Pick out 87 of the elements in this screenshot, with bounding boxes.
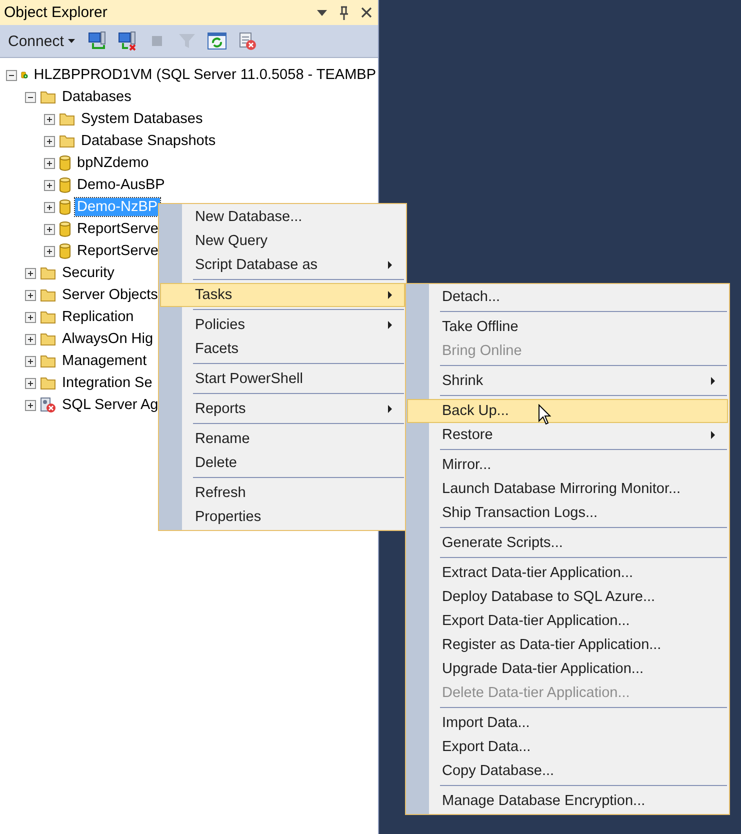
submenu-arrow-icon	[388, 405, 392, 413]
connect-button[interactable]: Connect	[8, 32, 79, 50]
database-icon	[59, 221, 71, 237]
caret-icon	[68, 39, 75, 43]
menu-item[interactable]: Rename	[160, 427, 405, 451]
collapse-icon[interactable]	[25, 92, 36, 102]
caret-icon	[317, 10, 327, 16]
menu-item[interactable]: Copy Database...	[407, 759, 728, 783]
expand-icon[interactable]	[25, 290, 36, 300]
folder-icon	[40, 288, 56, 302]
expand-icon[interactable]	[44, 202, 55, 212]
menu-item[interactable]: Import Data...	[407, 711, 728, 735]
folder-icon	[40, 354, 56, 368]
folder-icon	[40, 90, 56, 104]
database-icon	[59, 155, 71, 171]
folder-icon	[40, 266, 56, 280]
menu-item[interactable]: Upgrade Data-tier Application...	[407, 657, 728, 681]
submenu-arrow-icon	[711, 377, 715, 385]
agent-icon	[40, 397, 56, 413]
menu-item[interactable]: Register as Data-tier Application...	[407, 633, 728, 657]
expand-icon[interactable]	[44, 114, 55, 124]
menu-item[interactable]: Detach...	[407, 285, 728, 309]
expand-icon[interactable]	[25, 356, 36, 366]
menu-item[interactable]: Tasks	[160, 283, 405, 307]
expand-icon[interactable]	[25, 268, 36, 278]
menu-item[interactable]: Script Database as	[160, 253, 405, 277]
menu-item[interactable]: Extract Data-tier Application...	[407, 561, 728, 585]
menu-item[interactable]: New Query	[160, 229, 405, 253]
tree-item[interactable]: ReportServe	[75, 242, 160, 260]
submenu-arrow-icon	[388, 321, 392, 329]
expand-icon[interactable]	[25, 378, 36, 388]
expand-icon[interactable]	[25, 400, 36, 410]
folder-icon	[40, 376, 56, 390]
expand-icon[interactable]	[44, 136, 55, 146]
menu-item[interactable]: Restore	[407, 423, 728, 447]
menu-item[interactable]: Deploy Database to SQL Azure...	[407, 585, 728, 609]
menu-item[interactable]: Back Up...	[407, 399, 728, 423]
database-icon	[59, 243, 71, 259]
database-icon	[59, 177, 71, 193]
menu-item[interactable]: Launch Database Mirroring Monitor...	[407, 477, 728, 501]
tree-item[interactable]: Databases	[60, 88, 134, 106]
folder-icon	[59, 134, 75, 148]
submenu-arrow-icon	[388, 261, 392, 269]
menu-item[interactable]: Export Data-tier Application...	[407, 609, 728, 633]
collapse-icon[interactable]	[6, 70, 17, 80]
tree-item[interactable]: Demo-AusBP	[75, 176, 167, 194]
tree-item[interactable]: Integration Se	[60, 374, 154, 392]
menu-item[interactable]: Policies	[160, 313, 405, 337]
expand-icon[interactable]	[44, 180, 55, 190]
tree-item[interactable]: HLZBPPROD1VM (SQL Server 11.0.5058 - TEAMBP	[32, 66, 378, 84]
menu-item[interactable]: Take Offline	[407, 315, 728, 339]
menu-item[interactable]: Properties	[160, 505, 405, 529]
tree-item[interactable]: Management	[60, 352, 149, 370]
folder-icon	[40, 310, 56, 324]
menu-item[interactable]: Start PowerShell	[160, 367, 405, 391]
database-icon	[59, 199, 71, 215]
menu-item[interactable]: Export Data...	[407, 735, 728, 759]
expand-icon[interactable]	[44, 246, 55, 256]
expand-icon[interactable]	[25, 312, 36, 322]
tree-item[interactable]: SQL Server Ag	[60, 396, 160, 414]
menu-item[interactable]: Ship Transaction Logs...	[407, 501, 728, 525]
menu-item[interactable]: Refresh	[160, 481, 405, 505]
panel-title: Object Explorer	[4, 4, 108, 21]
expand-icon[interactable]	[44, 158, 55, 168]
submenu-arrow-icon	[711, 431, 715, 439]
menu-item[interactable]: Mirror...	[407, 453, 728, 477]
menu-item[interactable]: Generate Scripts...	[407, 531, 728, 555]
expand-icon[interactable]	[44, 224, 55, 234]
tree-item[interactable]: ReportServe	[75, 220, 160, 238]
tree-item[interactable]: Server Objects	[60, 286, 160, 304]
folder-icon	[40, 332, 56, 346]
menu-item[interactable]: Shrink	[407, 369, 728, 393]
menu-item[interactable]: Facets	[160, 337, 405, 361]
menu-item[interactable]: New Database...	[160, 205, 405, 229]
menu-item[interactable]: Delete	[160, 451, 405, 475]
tree-item[interactable]: Replication	[60, 308, 136, 326]
tree-item[interactable]: bpNZdemo	[75, 154, 151, 172]
mouse-cursor-icon	[538, 404, 551, 425]
folder-icon	[59, 112, 75, 126]
tree-item[interactable]: System Databases	[79, 110, 205, 128]
submenu-arrow-icon	[388, 291, 392, 299]
expand-icon[interactable]	[25, 334, 36, 344]
tree-item[interactable]: Security	[60, 264, 116, 282]
menu-item[interactable]: Reports	[160, 397, 405, 421]
menu-item[interactable]: Manage Database Encryption...	[407, 789, 728, 813]
tree-item[interactable]: Database Snapshots	[79, 132, 218, 150]
tree-item[interactable]: AlwaysOn Hig	[60, 330, 156, 348]
